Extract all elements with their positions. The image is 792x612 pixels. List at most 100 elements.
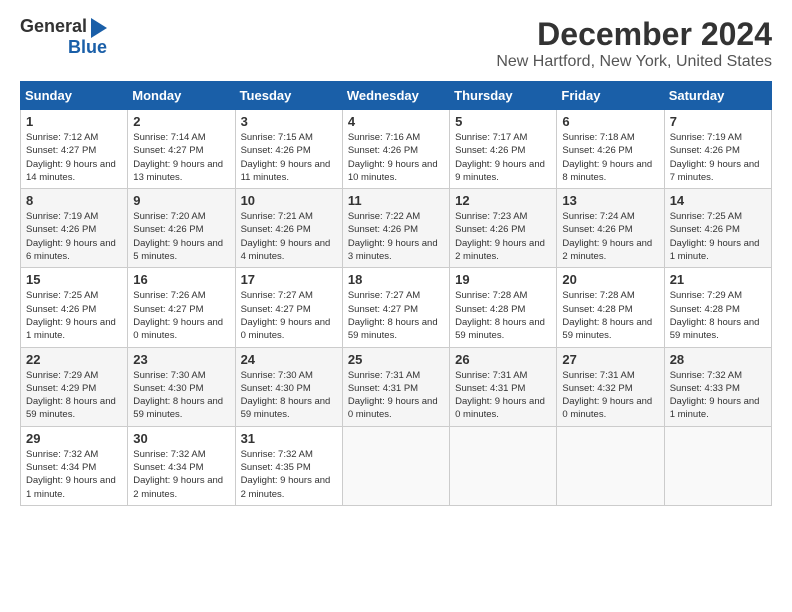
calendar-day-23: 23Sunrise: 7:30 AMSunset: 4:30 PMDayligh… bbox=[128, 347, 235, 426]
empty-cell bbox=[450, 426, 557, 505]
day-info: Sunrise: 7:29 AMSunset: 4:29 PMDaylight:… bbox=[26, 369, 122, 422]
day-number: 31 bbox=[241, 431, 337, 446]
day-info: Sunrise: 7:32 AMSunset: 4:34 PMDaylight:… bbox=[133, 448, 229, 501]
day-number: 29 bbox=[26, 431, 122, 446]
day-info: Sunrise: 7:28 AMSunset: 4:28 PMDaylight:… bbox=[455, 289, 551, 342]
calendar-day-22: 22 Sunrise: 7:29 AMSunset: 4:29 PMDayligh… bbox=[21, 347, 128, 426]
day-number: 14 bbox=[670, 193, 766, 208]
logo: General Blue bbox=[20, 16, 107, 58]
calendar-day-24: 24Sunrise: 7:30 AMSunset: 4:30 PMDayligh… bbox=[235, 347, 342, 426]
calendar-week-2: 8 Sunrise: 7:19 AMSunset: 4:26 PMDaylight… bbox=[21, 189, 772, 268]
day-number: 20 bbox=[562, 272, 658, 287]
day-info: Sunrise: 7:14 AMSunset: 4:27 PMDaylight:… bbox=[133, 131, 229, 184]
day-info: Sunrise: 7:32 AMSunset: 4:34 PMDaylight:… bbox=[26, 448, 122, 501]
day-info: Sunrise: 7:19 AMSunset: 4:26 PMDaylight:… bbox=[670, 131, 766, 184]
day-info: Sunrise: 7:23 AMSunset: 4:26 PMDaylight:… bbox=[455, 210, 551, 263]
day-info: Sunrise: 7:21 AMSunset: 4:26 PMDaylight:… bbox=[241, 210, 337, 263]
calendar-day-9: 9 Sunrise: 7:20 AMSunset: 4:26 PMDaylight… bbox=[128, 189, 235, 268]
day-number: 12 bbox=[455, 193, 551, 208]
day-info: Sunrise: 7:29 AMSunset: 4:28 PMDaylight:… bbox=[670, 289, 766, 342]
calendar-header-thursday: Thursday bbox=[450, 82, 557, 110]
empty-cell bbox=[664, 426, 771, 505]
calendar-day-12: 12 Sunrise: 7:23 AMSunset: 4:26 PMDayligh… bbox=[450, 189, 557, 268]
day-info: Sunrise: 7:16 AMSunset: 4:26 PMDaylight:… bbox=[348, 131, 444, 184]
calendar-week-5: 29 Sunrise: 7:32 AMSunset: 4:34 PMDayligh… bbox=[21, 426, 772, 505]
day-info: Sunrise: 7:31 AMSunset: 4:31 PMDaylight:… bbox=[348, 369, 444, 422]
day-info: Sunrise: 7:20 AMSunset: 4:26 PMDaylight:… bbox=[133, 210, 229, 263]
logo-text-general: General bbox=[20, 17, 87, 37]
day-info: Sunrise: 7:15 AMSunset: 4:26 PMDaylight:… bbox=[241, 131, 337, 184]
day-number: 27 bbox=[562, 352, 658, 367]
day-number: 22 bbox=[26, 352, 122, 367]
calendar-week-4: 22 Sunrise: 7:29 AMSunset: 4:29 PMDayligh… bbox=[21, 347, 772, 426]
calendar-day-1: 1 Sunrise: 7:12 AMSunset: 4:27 PMDaylight… bbox=[21, 110, 128, 189]
day-info: Sunrise: 7:31 AMSunset: 4:32 PMDaylight:… bbox=[562, 369, 658, 422]
calendar-header-row: SundayMondayTuesdayWednesdayThursdayFrid… bbox=[21, 82, 772, 110]
day-number: 17 bbox=[241, 272, 337, 287]
calendar-day-17: 17Sunrise: 7:27 AMSunset: 4:27 PMDayligh… bbox=[235, 268, 342, 347]
day-number: 11 bbox=[348, 193, 444, 208]
calendar-day-31: 31Sunrise: 7:32 AMSunset: 4:35 PMDayligh… bbox=[235, 426, 342, 505]
calendar-day-3: 3 Sunrise: 7:15 AMSunset: 4:26 PMDaylight… bbox=[235, 110, 342, 189]
day-info: Sunrise: 7:26 AMSunset: 4:27 PMDaylight:… bbox=[133, 289, 229, 342]
calendar-header-saturday: Saturday bbox=[664, 82, 771, 110]
day-number: 1 bbox=[26, 114, 122, 129]
day-info: Sunrise: 7:18 AMSunset: 4:26 PMDaylight:… bbox=[562, 131, 658, 184]
calendar-week-3: 15Sunrise: 7:25 AMSunset: 4:26 PMDayligh… bbox=[21, 268, 772, 347]
calendar-day-18: 18 Sunrise: 7:27 AMSunset: 4:27 PMDayligh… bbox=[342, 268, 449, 347]
day-info: Sunrise: 7:30 AMSunset: 4:30 PMDaylight:… bbox=[241, 369, 337, 422]
day-info: Sunrise: 7:22 AMSunset: 4:26 PMDaylight:… bbox=[348, 210, 444, 263]
calendar-day-30: 30 Sunrise: 7:32 AMSunset: 4:34 PMDayligh… bbox=[128, 426, 235, 505]
day-info: Sunrise: 7:28 AMSunset: 4:28 PMDaylight:… bbox=[562, 289, 658, 342]
calendar-day-11: 11 Sunrise: 7:22 AMSunset: 4:26 PMDayligh… bbox=[342, 189, 449, 268]
day-number: 25 bbox=[348, 352, 444, 367]
calendar-day-5: 5 Sunrise: 7:17 AMSunset: 4:26 PMDaylight… bbox=[450, 110, 557, 189]
day-number: 3 bbox=[241, 114, 337, 129]
calendar-day-7: 7Sunrise: 7:19 AMSunset: 4:26 PMDaylight… bbox=[664, 110, 771, 189]
calendar-day-16: 16Sunrise: 7:26 AMSunset: 4:27 PMDayligh… bbox=[128, 268, 235, 347]
day-info: Sunrise: 7:27 AMSunset: 4:27 PMDaylight:… bbox=[348, 289, 444, 342]
day-number: 2 bbox=[133, 114, 229, 129]
day-info: Sunrise: 7:24 AMSunset: 4:26 PMDaylight:… bbox=[562, 210, 658, 263]
logo-arrow-icon bbox=[91, 18, 107, 38]
day-info: Sunrise: 7:25 AMSunset: 4:26 PMDaylight:… bbox=[26, 289, 122, 342]
calendar-header-friday: Friday bbox=[557, 82, 664, 110]
day-number: 19 bbox=[455, 272, 551, 287]
calendar-day-10: 10 Sunrise: 7:21 AMSunset: 4:26 PMDayligh… bbox=[235, 189, 342, 268]
day-number: 18 bbox=[348, 272, 444, 287]
day-info: Sunrise: 7:12 AMSunset: 4:27 PMDaylight:… bbox=[26, 131, 122, 184]
day-info: Sunrise: 7:19 AMSunset: 4:26 PMDaylight:… bbox=[26, 210, 122, 263]
calendar-header-wednesday: Wednesday bbox=[342, 82, 449, 110]
calendar-day-13: 13 Sunrise: 7:24 AMSunset: 4:26 PMDayligh… bbox=[557, 189, 664, 268]
day-info: Sunrise: 7:32 AMSunset: 4:33 PMDaylight:… bbox=[670, 369, 766, 422]
calendar-day-28: 28Sunrise: 7:32 AMSunset: 4:33 PMDayligh… bbox=[664, 347, 771, 426]
calendar-day-25: 25 Sunrise: 7:31 AMSunset: 4:31 PMDayligh… bbox=[342, 347, 449, 426]
calendar-day-15: 15Sunrise: 7:25 AMSunset: 4:26 PMDayligh… bbox=[21, 268, 128, 347]
logo-text-blue: Blue bbox=[68, 38, 107, 58]
calendar-header-sunday: Sunday bbox=[21, 82, 128, 110]
calendar-header-tuesday: Tuesday bbox=[235, 82, 342, 110]
calendar-day-4: 4Sunrise: 7:16 AMSunset: 4:26 PMDaylight… bbox=[342, 110, 449, 189]
calendar-day-2: 2 Sunrise: 7:14 AMSunset: 4:27 PMDaylight… bbox=[128, 110, 235, 189]
empty-cell bbox=[342, 426, 449, 505]
empty-cell bbox=[557, 426, 664, 505]
day-number: 5 bbox=[455, 114, 551, 129]
calendar-day-26: 26 Sunrise: 7:31 AMSunset: 4:31 PMDayligh… bbox=[450, 347, 557, 426]
calendar-day-14: 14Sunrise: 7:25 AMSunset: 4:26 PMDayligh… bbox=[664, 189, 771, 268]
day-info: Sunrise: 7:17 AMSunset: 4:26 PMDaylight:… bbox=[455, 131, 551, 184]
day-number: 9 bbox=[133, 193, 229, 208]
page-subtitle: New Hartford, New York, United States bbox=[496, 53, 772, 71]
day-number: 26 bbox=[455, 352, 551, 367]
day-number: 8 bbox=[26, 193, 122, 208]
day-number: 23 bbox=[133, 352, 229, 367]
calendar-header-monday: Monday bbox=[128, 82, 235, 110]
day-number: 30 bbox=[133, 431, 229, 446]
day-info: Sunrise: 7:31 AMSunset: 4:31 PMDaylight:… bbox=[455, 369, 551, 422]
title-block: December 2024 New Hartford, New York, Un… bbox=[496, 16, 772, 71]
day-number: 6 bbox=[562, 114, 658, 129]
day-number: 10 bbox=[241, 193, 337, 208]
calendar-day-19: 19 Sunrise: 7:28 AMSunset: 4:28 PMDayligh… bbox=[450, 268, 557, 347]
day-number: 13 bbox=[562, 193, 658, 208]
page-header: General Blue December 2024 New Hartford,… bbox=[20, 16, 772, 71]
day-number: 21 bbox=[670, 272, 766, 287]
